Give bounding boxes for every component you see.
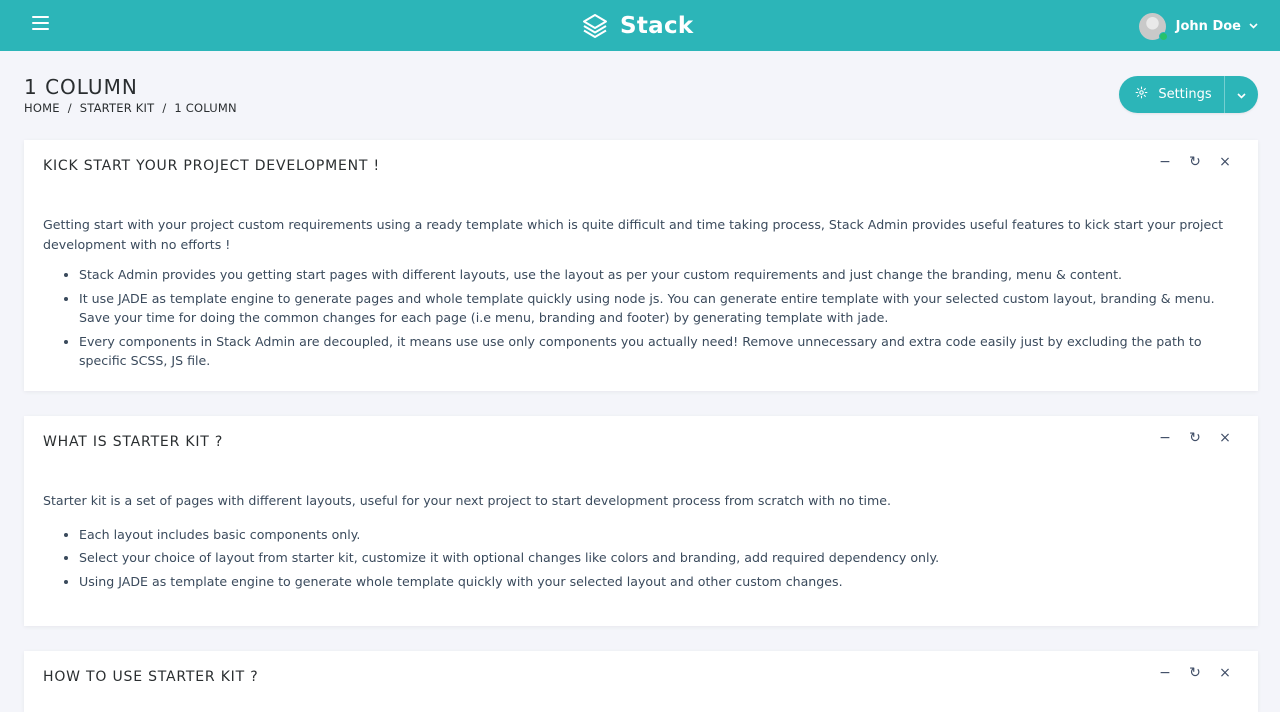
online-status-icon xyxy=(1158,31,1168,41)
hamburger-icon[interactable] xyxy=(32,16,49,30)
brand-name: Stack xyxy=(620,13,694,39)
user-name[interactable]: John Doe xyxy=(1176,19,1241,34)
card-intro: Starter kit is a set of pages with diffe… xyxy=(43,493,892,508)
list-item: Select your choice of layout from starte… xyxy=(79,548,1236,568)
minimize-icon[interactable]: − xyxy=(1158,665,1172,681)
breadcrumb-current: 1 COLUMN xyxy=(174,101,237,115)
close-icon[interactable]: × xyxy=(1218,430,1232,446)
list-item: Stack Admin provides you getting start p… xyxy=(79,265,1236,285)
gear-icon xyxy=(1135,86,1148,103)
reload-icon[interactable]: ↻ xyxy=(1188,154,1202,170)
chevron-down-icon[interactable] xyxy=(1249,21,1258,32)
card-title: HOW TO USE STARTER KIT ? xyxy=(43,669,259,685)
top-navbar: Stack John Doe xyxy=(0,0,1280,51)
card-tools: − ↻ × xyxy=(1158,665,1232,681)
list-item: Each layout includes basic components on… xyxy=(79,525,1236,545)
chevron-down-icon xyxy=(1237,88,1246,102)
page-title: 1 COLUMN xyxy=(24,75,138,99)
card-intro: Getting start with your project custom r… xyxy=(43,217,1224,252)
breadcrumb-starter-kit[interactable]: STARTER KIT xyxy=(80,101,155,115)
settings-dropdown-toggle[interactable] xyxy=(1224,76,1258,113)
card-kick-start: KICK START YOUR PROJECT DEVELOPMENT ! − … xyxy=(24,140,1258,391)
reload-icon[interactable]: ↻ xyxy=(1188,665,1202,681)
close-icon[interactable]: × xyxy=(1218,665,1232,681)
settings-button[interactable]: Settings xyxy=(1119,76,1224,113)
reload-icon[interactable]: ↻ xyxy=(1188,430,1202,446)
breadcrumb-home[interactable]: HOME xyxy=(24,101,60,115)
user-menu[interactable]: John Doe xyxy=(1138,12,1258,41)
card-body: Starter kit is a set of pages with diffe… xyxy=(43,491,1236,595)
breadcrumb-separator: / xyxy=(162,101,167,115)
feature-list: Stack Admin provides you getting start p… xyxy=(43,265,1236,371)
settings-button-group: Settings xyxy=(1119,76,1258,113)
breadcrumb-separator: / xyxy=(67,101,72,115)
card-tools: − ↻ × xyxy=(1158,154,1232,170)
card-tools: − ↻ × xyxy=(1158,430,1232,446)
settings-label: Settings xyxy=(1158,87,1212,102)
list-item: Using JADE as template engine to generat… xyxy=(79,572,1236,592)
card-how-to-use: HOW TO USE STARTER KIT ? − ↻ × xyxy=(24,651,1258,712)
feature-list: Each layout includes basic components on… xyxy=(43,525,1236,592)
stack-layers-icon xyxy=(582,13,608,39)
card-what-is-starter-kit: WHAT IS STARTER KIT ? − ↻ × Starter kit … xyxy=(24,416,1258,626)
close-icon[interactable]: × xyxy=(1218,154,1232,170)
list-item: Every components in Stack Admin are deco… xyxy=(79,332,1236,371)
card-title: WHAT IS STARTER KIT ? xyxy=(43,434,224,450)
card-title: KICK START YOUR PROJECT DEVELOPMENT ! xyxy=(43,158,380,174)
list-item: It use JADE as template engine to genera… xyxy=(79,289,1236,328)
card-body: Getting start with your project custom r… xyxy=(43,215,1236,375)
minimize-icon[interactable]: − xyxy=(1158,154,1172,170)
avatar[interactable] xyxy=(1138,12,1168,41)
minimize-icon[interactable]: − xyxy=(1158,430,1172,446)
breadcrumb: HOME / STARTER KIT / 1 COLUMN xyxy=(24,101,237,115)
brand[interactable]: Stack xyxy=(582,11,694,41)
